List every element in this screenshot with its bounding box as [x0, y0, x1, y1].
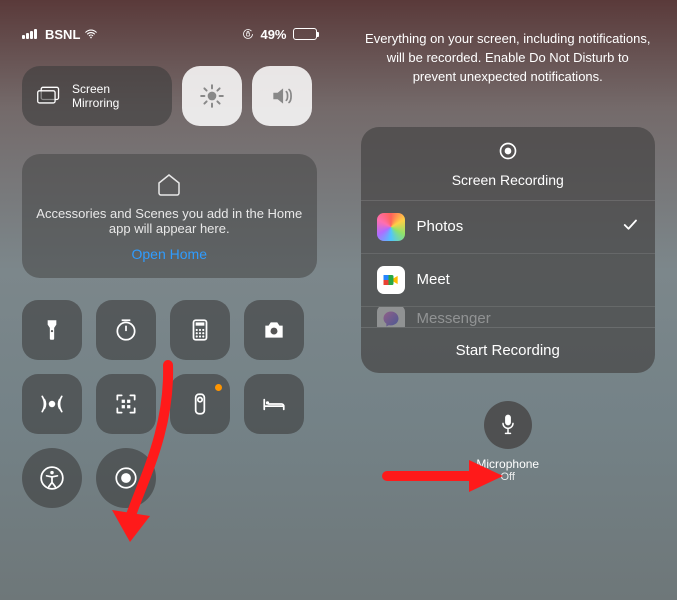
remote-icon: [187, 391, 213, 417]
microphone-label: Microphone: [339, 457, 677, 471]
battery-icon: [293, 28, 317, 40]
destination-app-row[interactable]: Messenger: [361, 307, 656, 327]
apple-tv-remote-tile[interactable]: [170, 374, 230, 434]
battery-pct-label: 49%: [260, 27, 286, 42]
calculator-tile[interactable]: [170, 300, 230, 360]
screen-record-button[interactable]: [96, 448, 156, 508]
microphone-state-label: Off: [339, 471, 677, 483]
recording-panel-header: Screen Recording: [361, 127, 656, 201]
cellular-signal-icon: [22, 29, 37, 39]
home-icon: [156, 172, 182, 196]
orientation-lock-icon: [242, 28, 254, 40]
destination-app-row[interactable]: Meet: [361, 254, 656, 307]
photos-app-icon: [377, 213, 405, 241]
app-name-label: Messenger: [417, 310, 491, 327]
brightness-tile[interactable]: [182, 66, 242, 126]
messenger-app-icon: [377, 307, 405, 327]
home-pane-text: Accessories and Scenes you add in the Ho…: [36, 206, 303, 236]
flashlight-icon: [39, 317, 65, 343]
notification-dot-icon: [215, 384, 222, 391]
sleep-tile[interactable]: [244, 374, 304, 434]
control-center-panel: BSNL 49% Screen Mirroring Accessories an…: [0, 0, 339, 600]
wifi-icon: [84, 27, 98, 41]
camera-tile[interactable]: [244, 300, 304, 360]
timer-icon: [113, 317, 139, 343]
flashlight-tile[interactable]: [22, 300, 82, 360]
microphone-toggle-button[interactable]: [484, 401, 532, 449]
qr-scan-tile[interactable]: [96, 374, 156, 434]
timer-tile[interactable]: [96, 300, 156, 360]
qr-icon: [113, 391, 139, 417]
camera-icon: [261, 317, 287, 343]
screen-mirroring-icon: [36, 83, 62, 109]
record-icon: [498, 141, 518, 161]
accessibility-icon: [39, 465, 65, 491]
calculator-icon: [187, 317, 213, 343]
destination-app-row[interactable]: Photos: [361, 201, 656, 254]
volume-icon: [269, 83, 295, 109]
open-home-link[interactable]: Open Home: [36, 246, 303, 262]
home-accessories-pane[interactable]: Accessories and Scenes you add in the Ho…: [22, 154, 317, 278]
microphone-icon: [498, 413, 518, 437]
start-recording-button[interactable]: Start Recording: [361, 327, 656, 373]
hearing-icon: [39, 391, 65, 417]
status-bar: BSNL 49%: [0, 0, 339, 60]
app-name-label: Photos: [417, 218, 464, 235]
record-icon: [113, 465, 139, 491]
recording-disclaimer-text: Everything on your screen, including not…: [339, 0, 677, 87]
screen-mirroring-label: Screen Mirroring: [72, 82, 119, 111]
microphone-section: Microphone Off: [339, 401, 677, 483]
recording-panel-title: Screen Recording: [361, 172, 656, 188]
brightness-icon: [199, 83, 225, 109]
screen-mirroring-tile[interactable]: Screen Mirroring: [22, 66, 172, 126]
bed-icon: [261, 391, 287, 417]
volume-tile[interactable]: [252, 66, 312, 126]
app-name-label: Meet: [417, 271, 450, 288]
accessibility-shortcut-button[interactable]: [22, 448, 82, 508]
hearing-tile[interactable]: [22, 374, 82, 434]
meet-app-icon: [377, 266, 405, 294]
carrier-label: BSNL: [45, 27, 80, 42]
check-icon: [621, 216, 639, 238]
screen-recording-sheet-panel: Everything on your screen, including not…: [339, 0, 677, 600]
screen-recording-panel: Screen Recording Photos Meet Messenger S…: [361, 127, 656, 373]
